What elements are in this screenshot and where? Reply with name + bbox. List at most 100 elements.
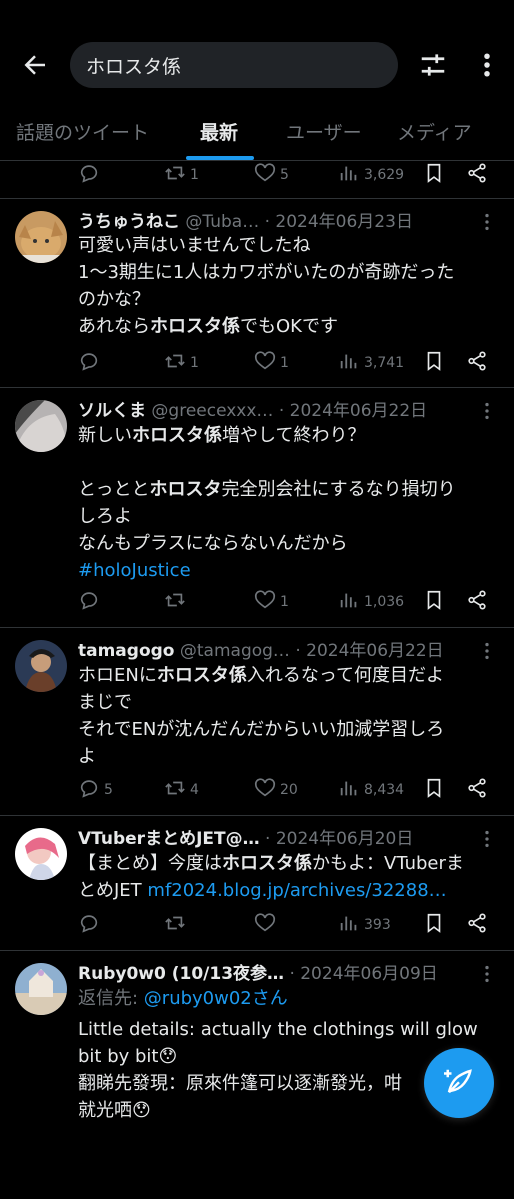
handle[interactable]: @tamagog… [180, 641, 290, 661]
more-vertical-icon[interactable] [476, 828, 498, 850]
retweet-button[interactable]: 4 [164, 778, 199, 802]
more-vertical-icon[interactable] [476, 211, 498, 233]
search-query: ホロスタ係 [86, 55, 182, 78]
tweet-actions: 1 1 3,741 [78, 351, 498, 375]
like-button[interactable]: 5 [254, 163, 289, 187]
text-span: 【まとめ】今度は [78, 853, 222, 874]
tabs-divider [0, 160, 514, 161]
tweet-line: Little details: actually the clothings w… [78, 1019, 478, 1040]
article-link[interactable]: mf2024.blog.jp/archives/32288… [147, 880, 446, 901]
tweet-header: うちゅうねこ @Tuba… · 2024年06月23日 [78, 207, 478, 233]
views-button[interactable]: 1,036 [338, 590, 404, 614]
share-icon [466, 589, 488, 615]
like-button[interactable]: 20 [254, 778, 298, 802]
share-button[interactable] [466, 778, 488, 802]
tab-top-tweets[interactable]: 話題のツイート [16, 118, 149, 145]
display-name[interactable]: VTuberまとめJET@… [78, 829, 260, 849]
back-arrow-icon[interactable] [20, 50, 50, 80]
text-span: 増やして終わり？ [222, 425, 366, 446]
bookmark-icon [423, 162, 445, 188]
tweet-item[interactable]: tamagogo @tamagog… · 2024年06月22日 ホロENにホロ… [0, 628, 514, 815]
reply-to-link[interactable]: @ruby0w02さん [144, 988, 288, 1009]
more-vertical-icon[interactable] [476, 963, 498, 985]
reply-button[interactable] [78, 913, 104, 937]
avatar[interactable] [15, 211, 67, 263]
bookmark-button[interactable] [423, 778, 445, 802]
compose-button[interactable] [424, 1048, 494, 1118]
share-icon [466, 912, 488, 938]
retweet-count: 1 [190, 167, 199, 183]
text-span: ホロENに [78, 665, 157, 686]
bookmark-icon [423, 589, 445, 615]
tweet-item[interactable]: ソルくま @greecexxx… · 2024年06月22日 新しいホロスタ係増… [0, 388, 514, 627]
reply-icon [78, 777, 100, 803]
tweet-line: まじで [78, 692, 132, 713]
tweet-actions: 393 [78, 913, 498, 937]
hashtag-link[interactable]: #holoJustice [78, 557, 504, 584]
like-button[interactable]: 1 [254, 351, 289, 375]
tweet-line: 1〜3期生に1人はカワボがいたのが奇跡だった [78, 262, 455, 283]
avatar[interactable] [15, 640, 67, 692]
more-vertical-icon[interactable] [476, 640, 498, 662]
share-button[interactable] [466, 590, 488, 614]
tab-media[interactable]: メディア [397, 118, 472, 145]
retweet-button[interactable] [164, 590, 190, 614]
tab-users[interactable]: ユーザー [286, 118, 362, 145]
share-button[interactable] [466, 913, 488, 937]
bookmark-icon [423, 350, 445, 376]
reply-button[interactable]: 5 [78, 778, 113, 802]
avatar[interactable] [15, 828, 67, 880]
reply-icon [78, 350, 100, 376]
views-count: 393 [364, 917, 391, 933]
retweet-button[interactable]: 1 [164, 163, 199, 187]
views-button[interactable]: 3,629 [338, 163, 404, 187]
more-vertical-icon[interactable] [472, 50, 502, 80]
reply-button[interactable] [78, 351, 104, 375]
tweet-line: 可愛い声はいませんでしたね [78, 235, 311, 256]
text-span: 新しい [78, 425, 132, 446]
tune-icon[interactable] [418, 50, 448, 80]
bookmark-button[interactable] [423, 351, 445, 375]
display-name[interactable]: うちゅうねこ [78, 212, 180, 232]
reply-button[interactable] [78, 590, 104, 614]
views-count: 3,629 [364, 167, 405, 183]
retweet-button[interactable] [164, 913, 190, 937]
tweet-actions: 1 5 3,629 [78, 163, 498, 187]
text-span: 入れるなって何度目だよ [246, 665, 444, 686]
tweet-line: しろよ [78, 506, 132, 527]
bookmark-button[interactable] [423, 590, 445, 614]
like-button[interactable] [254, 913, 280, 937]
more-vertical-icon[interactable] [476, 400, 498, 422]
tweet-line: のかな？ [78, 289, 150, 310]
tweet-item[interactable]: うちゅうねこ @Tuba… · 2024年06月23日 可愛い声はいませんでした… [0, 199, 514, 387]
reply-count: 5 [104, 782, 113, 798]
reply-button[interactable] [78, 163, 104, 187]
search-input[interactable]: ホロスタ係 [70, 42, 398, 88]
text-span: かもよ：VTuberま [312, 853, 464, 874]
like-count: 1 [280, 594, 289, 610]
tweet-item[interactable]: VTuberまとめJET@… · 2024年06月20日 【まとめ】今度はホロス… [0, 816, 514, 950]
views-button[interactable]: 393 [338, 913, 391, 937]
display-name[interactable]: ソルくま [78, 401, 146, 421]
like-button[interactable]: 1 [254, 590, 289, 614]
handle[interactable]: @greecexxx… [151, 401, 273, 421]
share-button[interactable] [466, 163, 488, 187]
tab-latest[interactable]: 最新 [200, 118, 238, 145]
keyword-highlight: ホロスタ係 [222, 853, 312, 874]
avatar[interactable] [15, 400, 67, 452]
tweet-date: · 2024年06月09日 [289, 964, 438, 984]
like-icon [254, 162, 276, 188]
bookmark-button[interactable] [423, 913, 445, 937]
display-name[interactable]: Ruby0w0 (10/13夜参… [78, 964, 284, 984]
retweet-icon [164, 777, 186, 803]
bookmark-button[interactable] [423, 163, 445, 187]
views-button[interactable]: 8,434 [338, 778, 404, 802]
tweet-line: なんもプラスにならないんだから [78, 533, 348, 554]
share-button[interactable] [466, 351, 488, 375]
avatar[interactable] [15, 963, 67, 1015]
tweet-line: ホロENにホロスタ係入れるなって何度目だよ [78, 662, 504, 689]
retweet-button[interactable]: 1 [164, 351, 199, 375]
handle[interactable]: @Tuba… [185, 212, 259, 232]
views-button[interactable]: 3,741 [338, 351, 404, 375]
display-name[interactable]: tamagogo [78, 641, 174, 661]
